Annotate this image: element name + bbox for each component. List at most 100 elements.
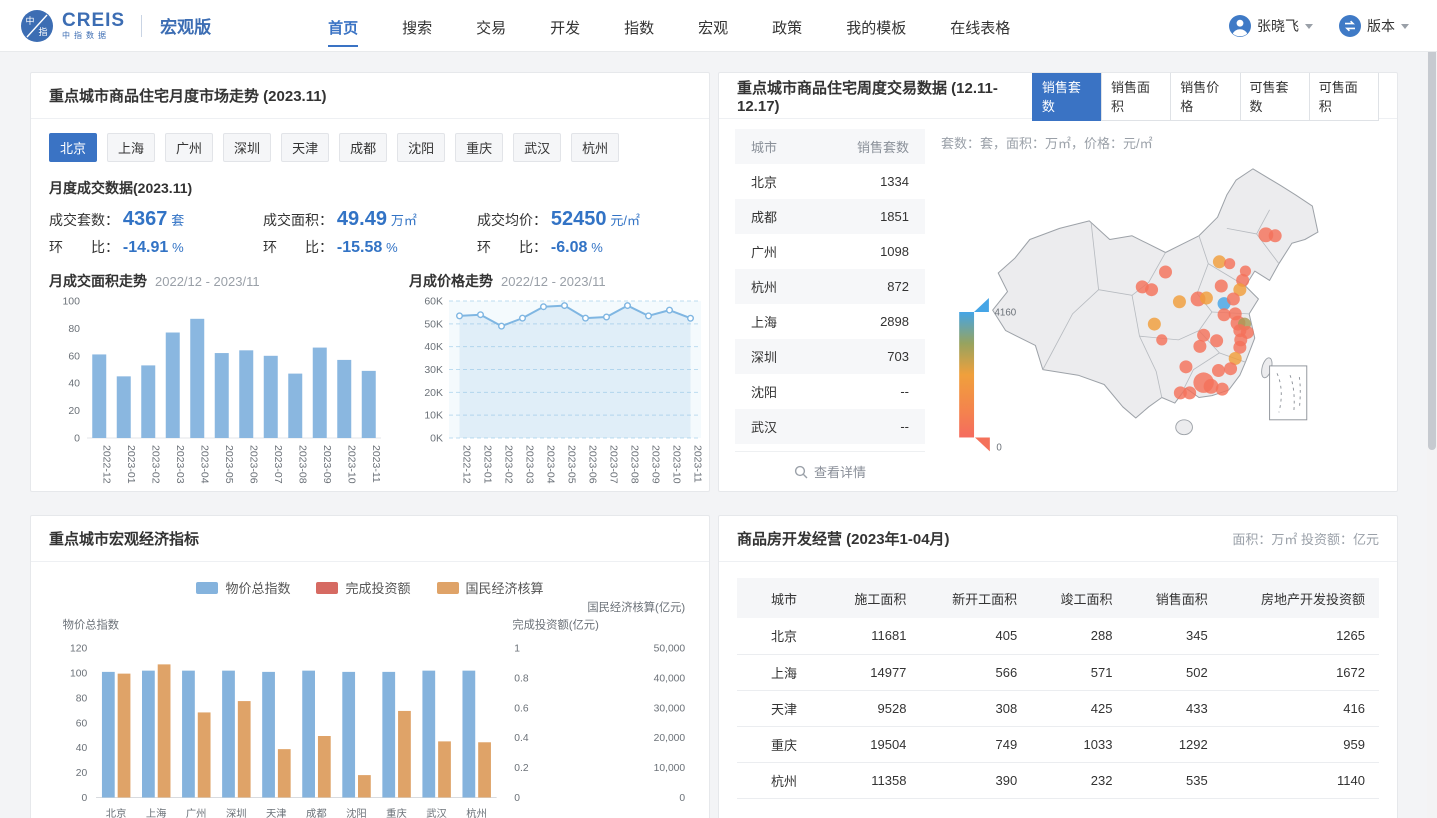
legend-item-国民经济核算[interactable]: 国民经济核算 bbox=[437, 578, 544, 597]
city-tab-广州[interactable]: 广州 bbox=[165, 133, 213, 162]
dev-cell: 425 bbox=[1031, 690, 1126, 726]
units-note: 面积：万㎡ 投资额：亿元 bbox=[1232, 529, 1379, 548]
city-name: 沈阳 bbox=[751, 382, 777, 401]
stat-value: 52450 bbox=[551, 208, 607, 230]
chart-title: 月成交面积走势 bbox=[49, 273, 147, 289]
panel-title: 重点城市商品住宅周度交易数据 (12.11-12.17) bbox=[737, 77, 1033, 115]
table-row: 北京1334 bbox=[735, 164, 925, 199]
city-tab-杭州[interactable]: 杭州 bbox=[571, 133, 619, 162]
ratio-unit: % bbox=[386, 240, 398, 255]
table-row: 沈阳-- bbox=[735, 374, 925, 409]
metric-tab-销售套数[interactable]: 销售套数 bbox=[1032, 72, 1102, 121]
dev-col-施工面积: 施工面积 bbox=[825, 578, 920, 618]
panel-title: 重点城市商品住宅月度市场走势 (2023.11) bbox=[49, 85, 327, 106]
view-detail-button[interactable]: 查看详情 bbox=[735, 451, 925, 491]
dev-col-城市: 城市 bbox=[737, 578, 825, 618]
development-table: 城市施工面积新开工面积竣工面积销售面积房地产开发投资额 北京1168140528… bbox=[737, 578, 1379, 799]
svg-text:30,000: 30,000 bbox=[654, 703, 686, 714]
svg-text:0.2: 0.2 bbox=[514, 763, 529, 774]
svg-text:2023-04: 2023-04 bbox=[198, 445, 210, 484]
svg-text:60: 60 bbox=[76, 718, 88, 729]
city-name: 杭州 bbox=[751, 277, 777, 296]
legend-swatch bbox=[316, 582, 338, 594]
creis-logo-icon: 中 指 bbox=[20, 9, 54, 43]
city-tab-重庆[interactable]: 重庆 bbox=[455, 133, 503, 162]
svg-text:0.4: 0.4 bbox=[514, 733, 529, 744]
logo-char-bottom: 指 bbox=[38, 26, 47, 37]
chevron-down-icon bbox=[1305, 24, 1313, 29]
user-name: 张晓飞 bbox=[1257, 16, 1299, 36]
stat-value: 4367 bbox=[123, 208, 168, 230]
table-row: 上海149775665715021672 bbox=[737, 654, 1379, 690]
dev-cell: 232 bbox=[1031, 762, 1126, 798]
city-tab-深圳[interactable]: 深圳 bbox=[223, 133, 271, 162]
city-value: 872 bbox=[887, 279, 909, 294]
nav-item-首页[interactable]: 首页 bbox=[326, 1, 360, 51]
dev-cell: 571 bbox=[1031, 654, 1126, 690]
dev-cell: 14977 bbox=[825, 654, 920, 690]
nav-item-交易[interactable]: 交易 bbox=[474, 1, 508, 51]
nav-item-政策[interactable]: 政策 bbox=[770, 1, 804, 51]
nav-item-搜索[interactable]: 搜索 bbox=[400, 1, 434, 51]
svg-text:重庆: 重庆 bbox=[386, 807, 407, 818]
nav-item-指数[interactable]: 指数 bbox=[622, 1, 656, 51]
macro-economy-panel: 重点城市宏观经济指标 物价总指数完成投资额国民经济核算 物价总指数完成投资额(亿… bbox=[30, 515, 710, 818]
legend-item-物价总指数[interactable]: 物价总指数 bbox=[196, 578, 290, 597]
dashboard: 重点城市商品住宅月度市场走势 (2023.11) 北京上海广州深圳天津成都沈阳重… bbox=[0, 52, 1428, 818]
metric-tab-可售面积[interactable]: 可售面积 bbox=[1309, 72, 1379, 121]
svg-text:2022-12: 2022-12 bbox=[461, 445, 473, 484]
svg-text:100: 100 bbox=[62, 296, 80, 308]
user-menu[interactable]: 张晓飞 bbox=[1229, 15, 1313, 37]
city-value: 1098 bbox=[880, 244, 909, 259]
stat-label: 成交面积： bbox=[263, 212, 333, 228]
dev-cell: 天津 bbox=[737, 690, 825, 726]
dev-col-销售面积: 销售面积 bbox=[1126, 578, 1221, 618]
version-menu[interactable]: 版本 bbox=[1339, 15, 1409, 37]
city-tab-武汉[interactable]: 武汉 bbox=[513, 133, 561, 162]
dev-cell: 959 bbox=[1222, 726, 1379, 762]
nav-item-在线表格[interactable]: 在线表格 bbox=[948, 1, 1012, 51]
stat-block: 成交套数： 4367 套环 比： -14.91 % bbox=[49, 208, 263, 263]
metric-tab-可售套数[interactable]: 可售套数 bbox=[1240, 72, 1310, 121]
table-row: 成都1851 bbox=[735, 199, 925, 234]
city-tab-沈阳[interactable]: 沈阳 bbox=[397, 133, 445, 162]
dev-col-新开工面积: 新开工面积 bbox=[920, 578, 1031, 618]
scrollbar-thumb[interactable] bbox=[1428, 2, 1436, 450]
chart-subtitle: 2022/12 - 2023/11 bbox=[501, 274, 606, 289]
svg-text:天津: 天津 bbox=[266, 808, 287, 818]
legend-item-完成投资额[interactable]: 完成投资额 bbox=[316, 578, 410, 597]
dev-cell: 345 bbox=[1126, 618, 1221, 654]
svg-text:2023-11: 2023-11 bbox=[692, 445, 704, 483]
nav-item-开发[interactable]: 开发 bbox=[548, 1, 582, 51]
svg-text:2023-08: 2023-08 bbox=[296, 445, 308, 484]
svg-text:2023-01: 2023-01 bbox=[125, 445, 137, 484]
table-row: 重庆1950474910331292959 bbox=[737, 726, 1379, 762]
svg-text:2023-05: 2023-05 bbox=[223, 445, 235, 484]
metric-tab-销售价格[interactable]: 销售价格 bbox=[1170, 72, 1240, 121]
city-tab-北京[interactable]: 北京 bbox=[49, 133, 97, 162]
city-tab-成都[interactable]: 成都 bbox=[339, 133, 387, 162]
vertical-scrollbar bbox=[1427, 0, 1437, 818]
brand-edition: 宏观版 bbox=[160, 13, 211, 38]
svg-text:20: 20 bbox=[68, 405, 80, 417]
svg-text:2023-06: 2023-06 bbox=[247, 445, 259, 484]
panel-title: 商品房开发经营 (2023年1-04月) bbox=[737, 528, 950, 549]
city-value: 2898 bbox=[880, 314, 909, 329]
svg-text:2023-06: 2023-06 bbox=[587, 445, 599, 484]
dev-cell: 上海 bbox=[737, 654, 825, 690]
metric-tab-销售面积[interactable]: 销售面积 bbox=[1101, 72, 1171, 121]
table-row: 深圳703 bbox=[735, 339, 925, 374]
nav-item-宏观[interactable]: 宏观 bbox=[696, 1, 730, 51]
stat-main: 成交套数： 4367 套 bbox=[49, 208, 263, 231]
city-tab-上海[interactable]: 上海 bbox=[107, 133, 155, 162]
city-name: 成都 bbox=[751, 207, 777, 226]
macro-bar-chart: 物价总指数完成投资额(亿元)国民经济核算(亿元)0204060801001200… bbox=[45, 599, 695, 818]
table-row: 广州1098 bbox=[735, 234, 925, 269]
col-value: 销售套数 bbox=[857, 137, 909, 156]
dev-cell: 502 bbox=[1126, 654, 1221, 690]
city-tab-天津[interactable]: 天津 bbox=[281, 133, 329, 162]
svg-text:广州: 广州 bbox=[186, 808, 207, 818]
price-line-chart: 0K10K20K30K40K50K60K2022-122023-012023-0… bbox=[409, 291, 709, 492]
nav-item-我的模板[interactable]: 我的模板 bbox=[844, 1, 908, 51]
svg-text:2023-08: 2023-08 bbox=[629, 445, 641, 484]
